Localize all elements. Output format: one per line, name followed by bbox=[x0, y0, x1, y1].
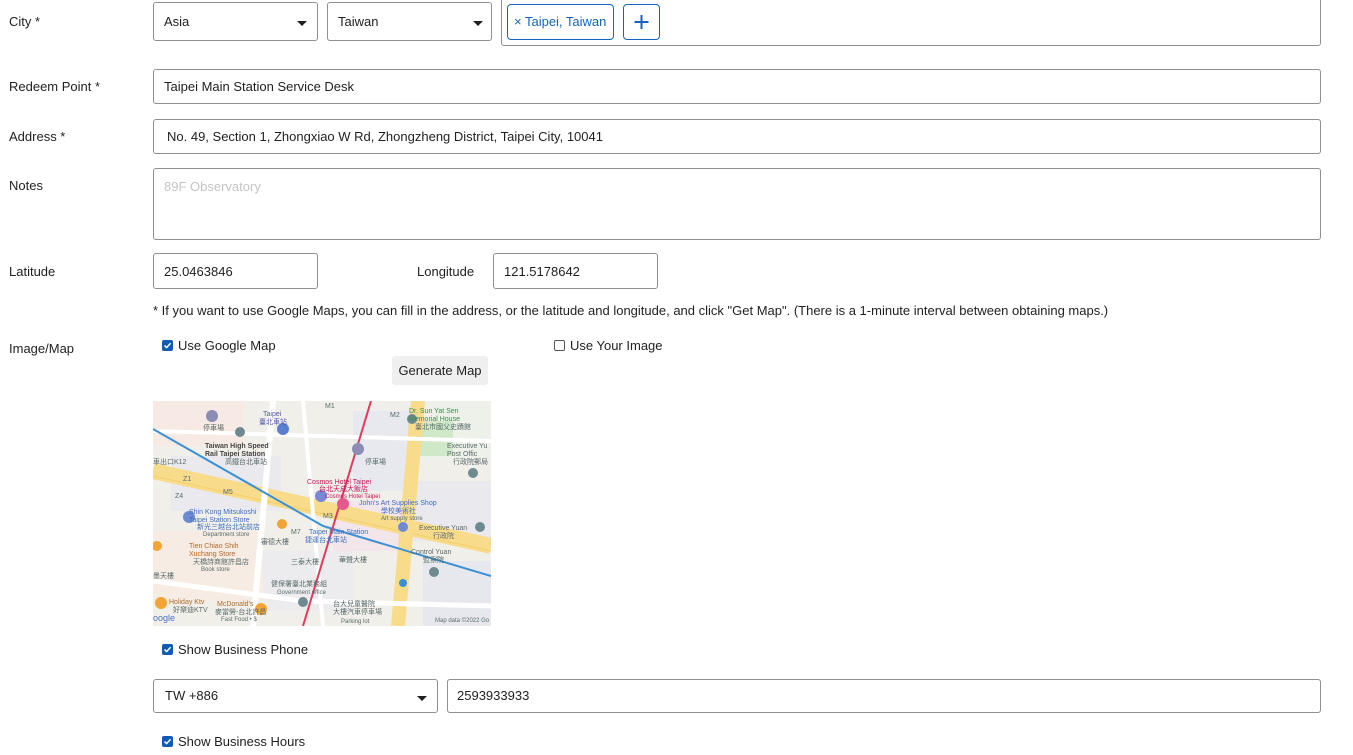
notes-label: Notes bbox=[9, 178, 43, 193]
map-label-hsr: Taiwan High Speed Rail Taipei Station bbox=[205, 443, 269, 458]
map-label-k12: 車出口K12 bbox=[153, 459, 187, 466]
map-label-exec-post: Executive Yu Post Offic bbox=[447, 443, 488, 458]
map-label-control-yuan-zh: 監察院 bbox=[423, 557, 444, 564]
latitude-value: 25.0463846 bbox=[164, 264, 233, 279]
use-your-image-checkbox[interactable] bbox=[554, 340, 565, 351]
map-copyright: Map data ©2022 Go bbox=[435, 618, 490, 624]
map-label-parking-3: 台大兒童醫院 大樓汽車停車場 bbox=[333, 601, 382, 616]
longitude-input[interactable]: 121.5178642 bbox=[493, 253, 658, 289]
map-label-tms-zh: 捷運台北車站 bbox=[305, 537, 347, 544]
map-label-exec-yuan-zh: 行政院 bbox=[433, 533, 454, 540]
address-input[interactable]: No. 49, Section 1, Zhongxiao W Rd, Zhong… bbox=[153, 119, 1321, 154]
chevron-down-icon bbox=[297, 21, 307, 26]
map-label-left-building: 墨天樓 bbox=[153, 573, 174, 580]
map-label-gov-sub: Government office bbox=[277, 590, 326, 596]
map-label-tianchiao-sub: Book store bbox=[201, 567, 230, 573]
map-label-exec-yuan: Executive Yuan bbox=[419, 525, 468, 532]
show-business-hours-checkbox[interactable] bbox=[162, 736, 173, 747]
use-google-map-checkbox[interactable] bbox=[162, 340, 173, 351]
selected-cities-container[interactable]: × Taipei, Taiwan bbox=[501, 0, 1321, 46]
generate-map-button[interactable]: Generate Map bbox=[392, 356, 488, 385]
map-label-z1: Z1 bbox=[183, 476, 192, 483]
map-label-sun-zh: 臺北市國父史蹟館 bbox=[415, 424, 471, 431]
phone-number-value: 2593933933 bbox=[457, 688, 530, 703]
city-tag-taipei[interactable]: × Taipei, Taiwan bbox=[507, 4, 614, 40]
map-label-holiday: Holiday Ktv bbox=[169, 599, 205, 606]
show-business-phone-checkbox[interactable] bbox=[162, 644, 173, 655]
map-label-m5: M5 bbox=[223, 489, 233, 496]
chevron-down-icon bbox=[473, 21, 483, 26]
region-select-value: Asia bbox=[164, 14, 190, 29]
map-label-gov: 健保署臺北業務組 bbox=[271, 581, 327, 588]
map-label-taipei-zh: 臺北車站 bbox=[259, 419, 287, 426]
show-business-hours-label: Show Business Hours bbox=[178, 734, 306, 749]
map-label-taipei: Taipei bbox=[263, 411, 282, 418]
map-label-shinkong-sub: Department store bbox=[203, 532, 250, 538]
map-label-shinkong: Shin Kong Mitsukoshi Taipei Station Stor… bbox=[189, 509, 257, 524]
map-label-m3: M3 bbox=[323, 513, 333, 520]
add-city-button[interactable] bbox=[623, 4, 660, 40]
longitude-value: 121.5178642 bbox=[504, 264, 580, 279]
map-hint-text: * If you want to use Google Maps, you ca… bbox=[153, 303, 1109, 318]
map-label-hsr-zh: 高鐵台北車站 bbox=[225, 459, 267, 466]
map-label-johns: John's Art Supplies Shop bbox=[359, 500, 437, 507]
phone-country-value: TW +886 bbox=[165, 688, 219, 703]
map-label-parking-2: 停車場 bbox=[365, 459, 386, 466]
map-label-mcd: McDonald's bbox=[217, 601, 254, 608]
redeem-point-value: Taipei Main Station Service Desk bbox=[164, 79, 355, 94]
notes-textarea[interactable]: 89F Observatory bbox=[153, 168, 1321, 240]
redeem-point-input[interactable]: Taipei Main Station Service Desk bbox=[153, 69, 1321, 104]
map-label-johns-sub: Art supply store bbox=[381, 516, 423, 522]
map-label-mcd-sub: Fast Food • $ bbox=[221, 617, 257, 623]
map-label-tms: Taipei Main Station bbox=[309, 529, 369, 536]
address-label: Address * bbox=[9, 129, 66, 144]
map-label-control-yuan: Control Yuan bbox=[411, 549, 452, 556]
country-select-value: Taiwan bbox=[338, 14, 379, 29]
country-select[interactable]: Taiwan bbox=[327, 2, 492, 41]
map-label-parking-3-sub: Parking lot bbox=[341, 619, 370, 625]
google-logo: oogle bbox=[153, 613, 176, 623]
phone-number-input[interactable]: 2593933933 bbox=[447, 679, 1321, 713]
map-label-tms-area: 審德大樓 bbox=[261, 539, 289, 546]
latitude-label: Latitude bbox=[9, 264, 56, 279]
map-label-parking: 停車場 bbox=[203, 425, 224, 432]
redeem-point-label: Redeem Point * bbox=[9, 79, 101, 94]
checkmark-icon bbox=[163, 342, 172, 349]
map-label-sun: Dr. Sun Yat Sen Memorial House bbox=[409, 408, 460, 423]
map-label-exec-post-zh: 行政院郵局 bbox=[453, 459, 488, 466]
map-preview: Taipei 臺北車站 停車場 Taiwan High Speed Rail T… bbox=[153, 401, 491, 626]
map-label-bldg-2: 華聲大樓 bbox=[339, 557, 367, 564]
use-your-image-label: Use Your Image bbox=[570, 338, 663, 353]
plus-icon bbox=[634, 15, 649, 29]
map-label-holiday-zh: 好樂迪KTV bbox=[173, 607, 208, 614]
map-label-tianchiao: Tien Chiao Shih Xuchang Store bbox=[189, 543, 239, 558]
map-label-m2: M2 bbox=[390, 412, 400, 419]
chevron-down-icon bbox=[417, 696, 427, 701]
show-business-phone-label: Show Business Phone bbox=[178, 642, 309, 657]
checkmark-icon bbox=[163, 646, 172, 653]
map-label-m7: M7 bbox=[291, 529, 301, 536]
map-label-z4: Z4 bbox=[175, 493, 184, 500]
address-value: No. 49, Section 1, Zhongxiao W Rd, Zhong… bbox=[167, 129, 603, 144]
phone-country-select[interactable]: TW +886 bbox=[153, 679, 438, 713]
map-label-bldg-1: 三泰大樓 bbox=[291, 559, 319, 566]
latitude-input[interactable]: 25.0463846 bbox=[153, 253, 318, 289]
longitude-label: Longitude bbox=[417, 264, 475, 279]
use-google-map-label: Use Google Map bbox=[178, 338, 276, 353]
region-select[interactable]: Asia bbox=[153, 2, 318, 41]
notes-placeholder: 89F Observatory bbox=[164, 179, 261, 194]
city-label: City * bbox=[9, 14, 41, 29]
image-map-label: Image/Map bbox=[9, 341, 75, 356]
checkmark-icon bbox=[163, 738, 172, 745]
map-label-m1: M1 bbox=[325, 403, 335, 410]
